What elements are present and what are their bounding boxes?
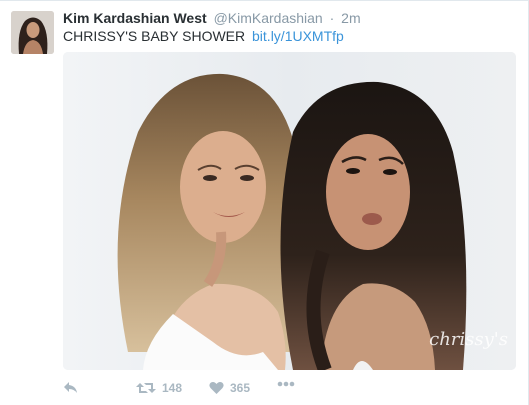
photo-watermark: chrissy's xyxy=(429,329,508,350)
tweet-header: Kim Kardashian West @KimKardashian · 2m xyxy=(63,9,361,27)
retweet-icon xyxy=(136,383,156,393)
heart-icon xyxy=(209,382,224,394)
tweet-photo[interactable]: chrissy's xyxy=(63,52,516,370)
reply-icon xyxy=(64,382,77,393)
tweet-card: Kim Kardashian West @KimKardashian · 2m … xyxy=(0,0,529,405)
divider xyxy=(0,0,529,1)
reply-button[interactable] xyxy=(63,381,79,395)
more-icon xyxy=(277,381,295,387)
author-handle[interactable]: @KimKardashian xyxy=(214,10,323,26)
separator: · xyxy=(329,10,335,26)
tweet-text-body: CHRISSY'S BABY SHOWER xyxy=(63,28,246,44)
more-button[interactable] xyxy=(277,381,295,387)
tweet-link[interactable]: bit.ly/1UXMTfp xyxy=(252,28,344,44)
like-count: 365 xyxy=(230,381,251,395)
retweet-button[interactable]: 148 xyxy=(136,381,182,395)
like-button[interactable]: 365 xyxy=(209,381,250,395)
photo-image xyxy=(63,52,516,370)
timestamp[interactable]: 2m xyxy=(341,10,360,26)
author-name[interactable]: Kim Kardashian West xyxy=(63,10,207,26)
avatar-image xyxy=(11,11,54,54)
tweet-actions: 148 365 xyxy=(63,381,516,401)
tweet-text: CHRISSY'S BABY SHOWER bit.ly/1UXMTfp xyxy=(63,27,344,45)
retweet-count: 148 xyxy=(162,381,183,395)
avatar[interactable] xyxy=(11,11,54,54)
